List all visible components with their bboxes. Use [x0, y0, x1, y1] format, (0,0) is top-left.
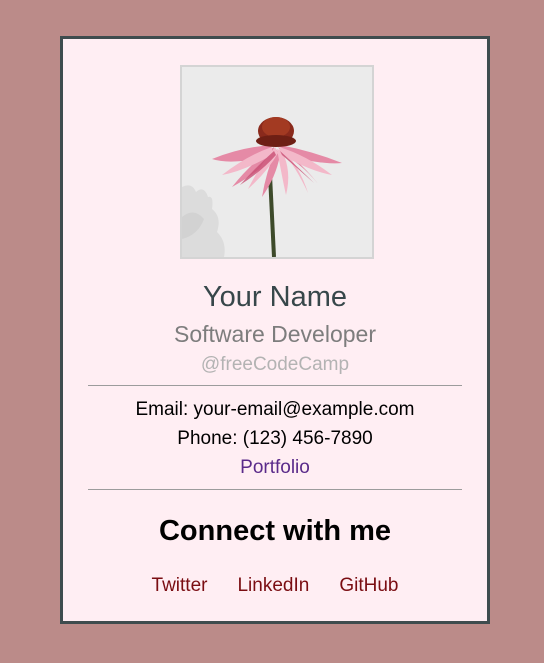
profile-name: Your Name — [202, 281, 347, 313]
divider-top — [88, 385, 462, 386]
portfolio-row: Portfolio — [63, 456, 487, 480]
linkedin-link[interactable]: LinkedIn — [237, 574, 309, 598]
profile-photo — [180, 65, 374, 259]
social-links: Twitter LinkedIn GitHub — [63, 574, 487, 598]
coneflower-image — [182, 67, 372, 257]
profile-title: Software Developer — [174, 321, 376, 347]
divider-bottom — [88, 489, 462, 490]
twitter-link[interactable]: Twitter — [152, 574, 208, 598]
github-link[interactable]: GitHub — [339, 574, 398, 598]
profile-card: Your Name Software Developer @freeCodeCa… — [60, 36, 490, 624]
portfolio-link[interactable]: Portfolio — [240, 457, 310, 478]
connect-heading: Connect with me — [158, 515, 391, 547]
email-text: Email: your-email@example.com — [135, 399, 415, 420]
phone-text: Phone: (123) 456-7890 — [177, 428, 373, 449]
profile-handle: @freeCodeCamp — [200, 354, 350, 375]
